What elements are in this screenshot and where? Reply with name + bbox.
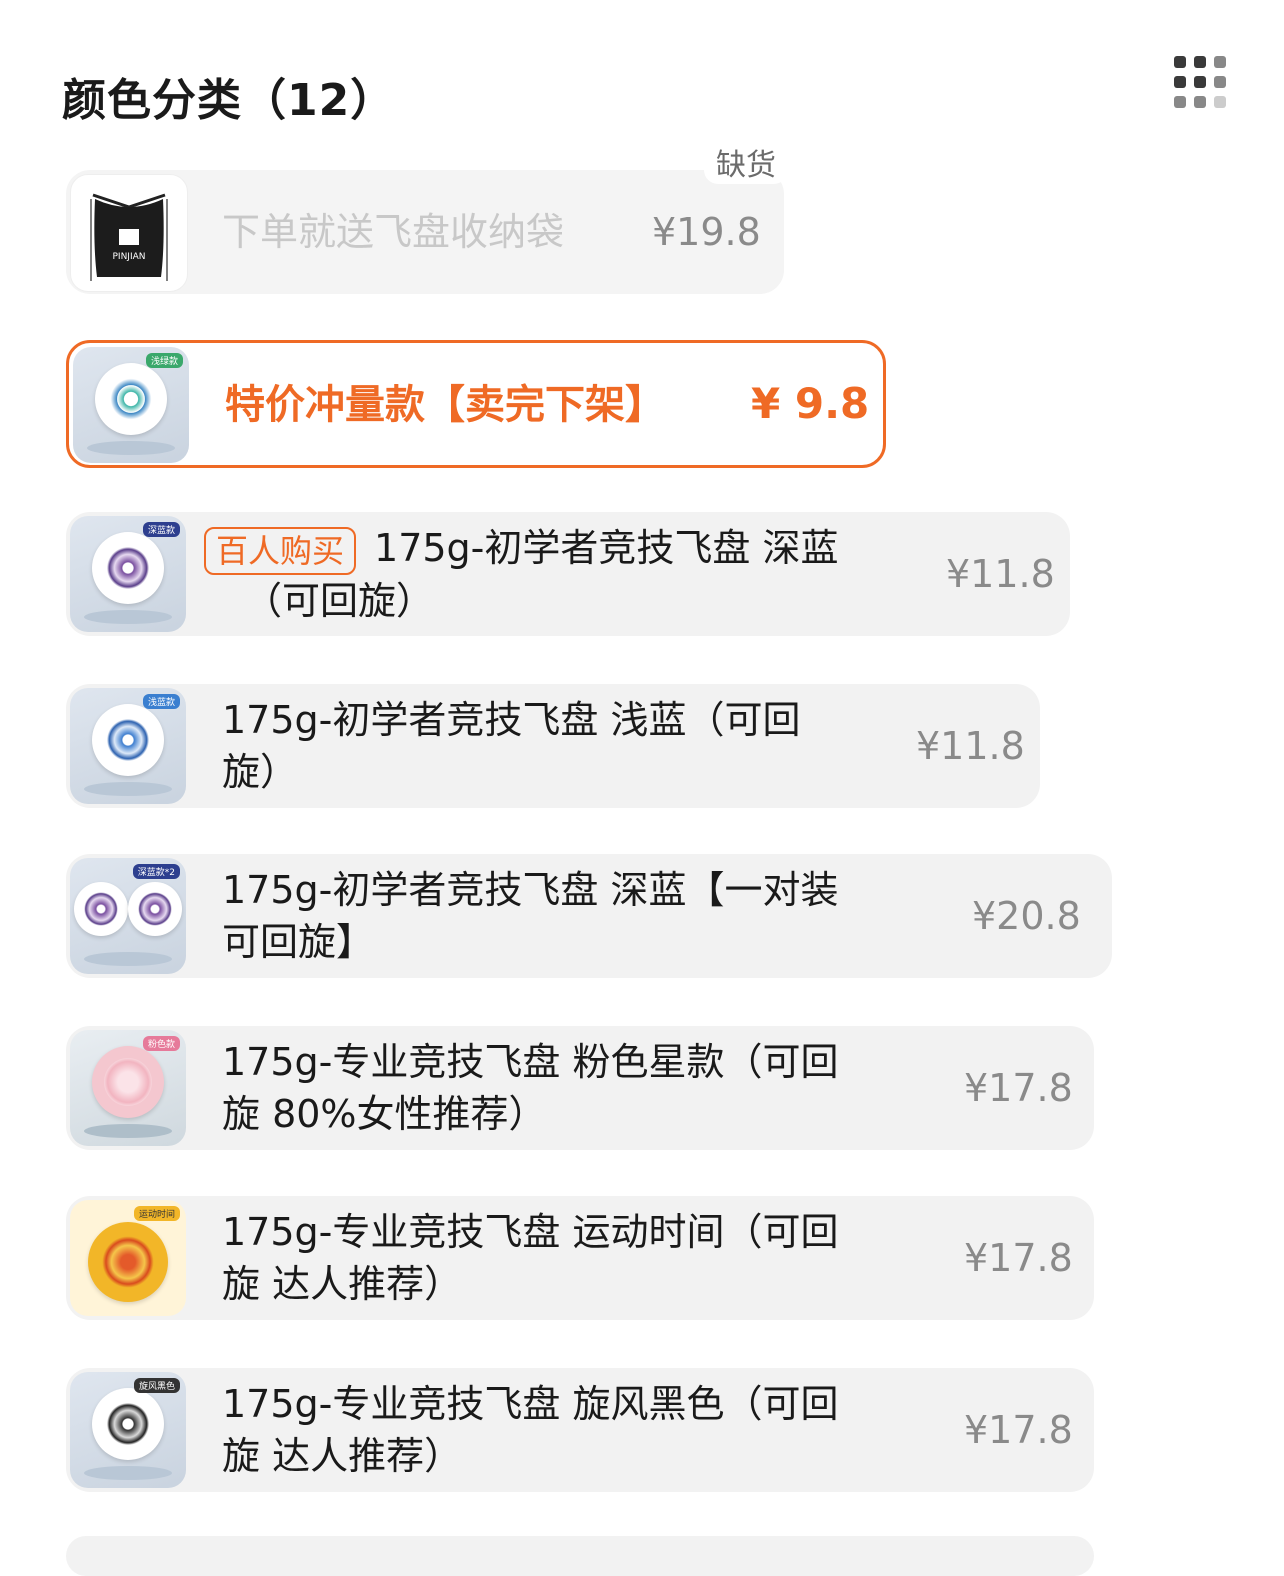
sku-option-beginner-light-blue[interactable]: 浅蓝款 175g-初学者竞技飞盘 浅蓝（可回 旋） ¥11.8: [66, 684, 1040, 808]
product-thumbnail: 深蓝款: [70, 516, 186, 632]
sku-option-name-line2: 旋 80%女性推荐）: [222, 1092, 547, 1136]
sku-option-name-line1: 175g-初学者竞技飞盘 深蓝: [374, 526, 839, 570]
sku-option-name-line2: （可回旋）: [244, 578, 435, 623]
sku-option-pro-sport-time[interactable]: 运动时间 175g-专业竞技飞盘 运动时间（可回 旋 达人推荐） ¥17.8: [66, 1196, 1094, 1320]
sku-option-name: 下单就送飞盘收纳袋: [222, 210, 565, 254]
sku-option-price: ¥11.8: [946, 552, 1055, 596]
product-tag: 粉色款: [142, 1036, 180, 1051]
sku-option-price: ¥17.8: [964, 1066, 1073, 1110]
out-of-stock-badge: 缺货: [704, 140, 788, 184]
product-tag: 旋风黑色: [133, 1378, 180, 1393]
sku-option-price: ¥17.8: [964, 1236, 1073, 1280]
sku-option-beginner-dark-blue-pair[interactable]: 深蓝款*2 175g-初学者竞技飞盘 深蓝【一对装 可回旋】 ¥20.8: [66, 854, 1112, 978]
sku-option-price: ¥20.8: [972, 894, 1081, 938]
sku-option-special-offer[interactable]: 浅绿款 特价冲量款【卖完下架】 ¥ 9.8: [66, 340, 886, 468]
sku-option-storage-bag[interactable]: PINJIAN 下单就送飞盘收纳袋 ¥19.8: [66, 170, 784, 294]
sku-option-name-line2: 旋 达人推荐）: [222, 1434, 463, 1478]
sku-option-beginner-dark-blue[interactable]: 深蓝款 百人购买 175g-初学者竞技飞盘 深蓝 （可回旋） ¥11.8: [66, 512, 1070, 636]
product-tag: 浅绿款: [145, 353, 183, 368]
grid-view-icon[interactable]: [1174, 56, 1226, 108]
product-thumbnail: PINJIAN: [70, 174, 188, 292]
sku-option-name-line2: 可回旋】: [222, 920, 375, 964]
popular-badge: 百人购买: [204, 526, 357, 575]
drawstring-bag-icon: PINJIAN: [90, 193, 168, 281]
sku-option-name-line1: 175g-专业竞技飞盘 旋风黑色（可回: [222, 1382, 839, 1426]
sku-option-price: ¥ 9.8: [751, 379, 870, 428]
sku-option-name-line1: 175g-专业竞技飞盘 粉色星款（可回: [222, 1040, 839, 1084]
sku-option-price: ¥11.8: [916, 724, 1025, 768]
product-thumbnail: 深蓝款*2: [70, 858, 186, 974]
sku-option-pro-whirlwind-black[interactable]: 旋风黑色 175g-专业竞技飞盘 旋风黑色（可回 旋 达人推荐） ¥17.8: [66, 1368, 1094, 1492]
sku-option-next[interactable]: [66, 1536, 1094, 1576]
sku-option-price: ¥19.8: [652, 210, 761, 254]
sku-option-price: ¥17.8: [964, 1408, 1073, 1452]
sku-option-name-line1: 175g-初学者竞技飞盘 深蓝【一对装: [222, 868, 839, 912]
svg-text:PINJIAN: PINJIAN: [112, 252, 145, 262]
sku-option-name-line2: 旋 达人推荐）: [222, 1262, 463, 1306]
sku-option-name-line2: 旋）: [222, 750, 299, 794]
sku-option-pro-pink-star[interactable]: 粉色款 175g-专业竞技飞盘 粉色星款（可回 旋 80%女性推荐） ¥17.8: [66, 1026, 1094, 1150]
page-title: 颜色分类（12）: [62, 75, 396, 126]
product-thumbnail: 旋风黑色: [70, 1372, 186, 1488]
sku-option-name: 特价冲量款【卖完下架】: [225, 382, 665, 428]
sku-option-name-line1: 175g-初学者竞技飞盘 浅蓝（可回: [222, 698, 801, 742]
product-tag: 运动时间: [133, 1206, 180, 1221]
product-tag: 浅蓝款: [142, 694, 180, 709]
product-thumbnail: 运动时间: [70, 1200, 186, 1316]
product-thumbnail: 粉色款: [70, 1030, 186, 1146]
product-thumbnail: 浅蓝款: [70, 688, 186, 804]
product-tag: 深蓝款*2: [132, 864, 180, 879]
product-thumbnail: 浅绿款: [73, 347, 189, 463]
product-tag: 深蓝款: [142, 522, 180, 537]
sku-option-name-line1: 175g-专业竞技飞盘 运动时间（可回: [222, 1210, 839, 1254]
